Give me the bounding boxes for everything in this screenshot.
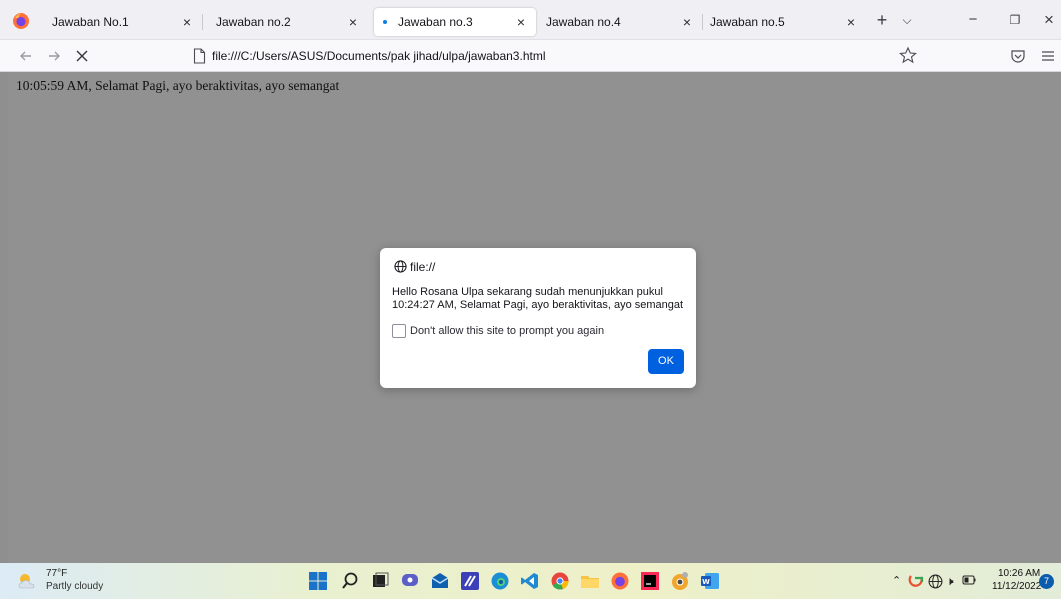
tab-close-icon[interactable]: × bbox=[344, 13, 362, 31]
list-all-tabs-button[interactable]: ⌵ bbox=[895, 8, 919, 32]
checkbox-label[interactable]: Don't allow this site to prompt you agai… bbox=[410, 325, 604, 337]
page-greeting-text: 10:05:59 AM, Selamat Pagi, ayo beraktivi… bbox=[16, 78, 340, 93]
forward-arrow-icon[interactable] bbox=[42, 44, 66, 68]
tab-close-icon[interactable]: × bbox=[178, 13, 196, 31]
tab-close-icon[interactable]: × bbox=[842, 13, 860, 31]
weather-temperature[interactable]: 77°F bbox=[46, 568, 67, 579]
ok-button[interactable]: OK bbox=[648, 349, 684, 374]
page-document-icon[interactable] bbox=[193, 48, 206, 64]
show-hidden-icons-chevron-icon[interactable]: ⌃ bbox=[892, 574, 901, 587]
word-icon[interactable]: W bbox=[700, 571, 720, 591]
antivirus-tray-icon[interactable] bbox=[908, 574, 924, 588]
url-bar[interactable]: file:///C:/Users/ASUS/Documents/pak jiha… bbox=[212, 49, 546, 63]
volume-muted-icon[interactable]: 🕨 bbox=[946, 574, 954, 589]
partly-cloudy-icon[interactable] bbox=[16, 572, 38, 590]
pocket-icon[interactable] bbox=[1006, 44, 1030, 68]
dialog-origin: file:// bbox=[394, 260, 435, 274]
tab-label: Jawaban no.4 bbox=[546, 15, 621, 29]
app-menu-hamburger-icon[interactable] bbox=[1036, 44, 1060, 68]
weather-condition[interactable]: Partly cloudy bbox=[46, 581, 103, 592]
dont-allow-prompt-checkbox[interactable] bbox=[392, 324, 406, 338]
windows-start-icon[interactable] bbox=[308, 571, 328, 591]
window-close-button[interactable]: × bbox=[1037, 8, 1061, 32]
chrome-icon[interactable] bbox=[550, 571, 570, 591]
vscode-icon[interactable] bbox=[520, 571, 540, 591]
bookmark-star-icon[interactable] bbox=[896, 44, 920, 68]
clock-time[interactable]: 10:26 AM bbox=[998, 568, 1040, 579]
chat-icon[interactable] bbox=[400, 571, 420, 591]
attention-dot-icon bbox=[383, 20, 387, 24]
clock-date[interactable]: 11/12/2022 bbox=[992, 581, 1041, 592]
mail-icon[interactable] bbox=[430, 571, 450, 591]
globe-icon bbox=[394, 260, 407, 273]
dialog-origin-text: file:// bbox=[410, 260, 436, 274]
intellij-icon[interactable] bbox=[640, 571, 660, 591]
tab-separator bbox=[202, 14, 203, 30]
file-explorer-icon[interactable] bbox=[580, 571, 600, 591]
firefox-menu-icon[interactable] bbox=[12, 12, 30, 30]
firefox-taskbar-icon[interactable] bbox=[610, 571, 630, 591]
notification-badge[interactable]: 7 bbox=[1039, 574, 1054, 589]
tab-jawaban-3[interactable]: Jawaban no.3 × bbox=[374, 8, 536, 36]
stop-loading-icon[interactable] bbox=[70, 44, 94, 68]
navigation-toolbar: file:///C:/Users/ASUS/Documents/pak jiha… bbox=[0, 40, 1061, 72]
task-view-icon[interactable] bbox=[370, 571, 390, 591]
battery-icon[interactable] bbox=[962, 574, 976, 586]
dialog-message: Hello Rosana Ulpa sekarang sudah menunju… bbox=[392, 286, 684, 311]
new-tab-button[interactable]: + bbox=[870, 8, 894, 32]
tab-jawaban-1[interactable]: Jawaban No.1 × bbox=[42, 8, 202, 36]
tab-close-icon[interactable]: × bbox=[512, 13, 530, 31]
tab-label: Jawaban no.5 bbox=[710, 15, 785, 29]
minimize-button[interactable]: − bbox=[961, 8, 985, 32]
alert-dialog: file:// Hello Rosana Ulpa sekarang sudah… bbox=[380, 248, 696, 388]
windows-taskbar: 77°F Partly cloudy W ⌃ 🕨 10:26 AM 11/12/… bbox=[0, 563, 1061, 599]
tab-jawaban-5[interactable]: Jawaban no.5 × bbox=[700, 8, 866, 36]
svg-text:W: W bbox=[702, 578, 710, 586]
tab-close-icon[interactable]: × bbox=[678, 13, 696, 31]
language-globe-icon[interactable] bbox=[928, 574, 943, 589]
back-arrow-icon[interactable] bbox=[14, 44, 38, 68]
tab-jawaban-4[interactable]: Jawaban no.4 × bbox=[536, 8, 702, 36]
chrome-canary-icon[interactable] bbox=[670, 571, 690, 591]
restore-button[interactable]: ❐ bbox=[1003, 8, 1027, 32]
search-icon[interactable] bbox=[340, 571, 360, 591]
tab-label: Jawaban no.2 bbox=[216, 15, 291, 29]
tab-strip: Jawaban No.1 × Jawaban no.2 × Jawaban no… bbox=[0, 0, 1061, 40]
tab-label: Jawaban No.1 bbox=[52, 15, 129, 29]
photos-editor-icon[interactable] bbox=[460, 571, 480, 591]
edge-browser-icon[interactable] bbox=[490, 571, 510, 591]
tab-label: Jawaban no.3 bbox=[398, 15, 473, 29]
tab-jawaban-2[interactable]: Jawaban no.2 × bbox=[206, 8, 368, 36]
